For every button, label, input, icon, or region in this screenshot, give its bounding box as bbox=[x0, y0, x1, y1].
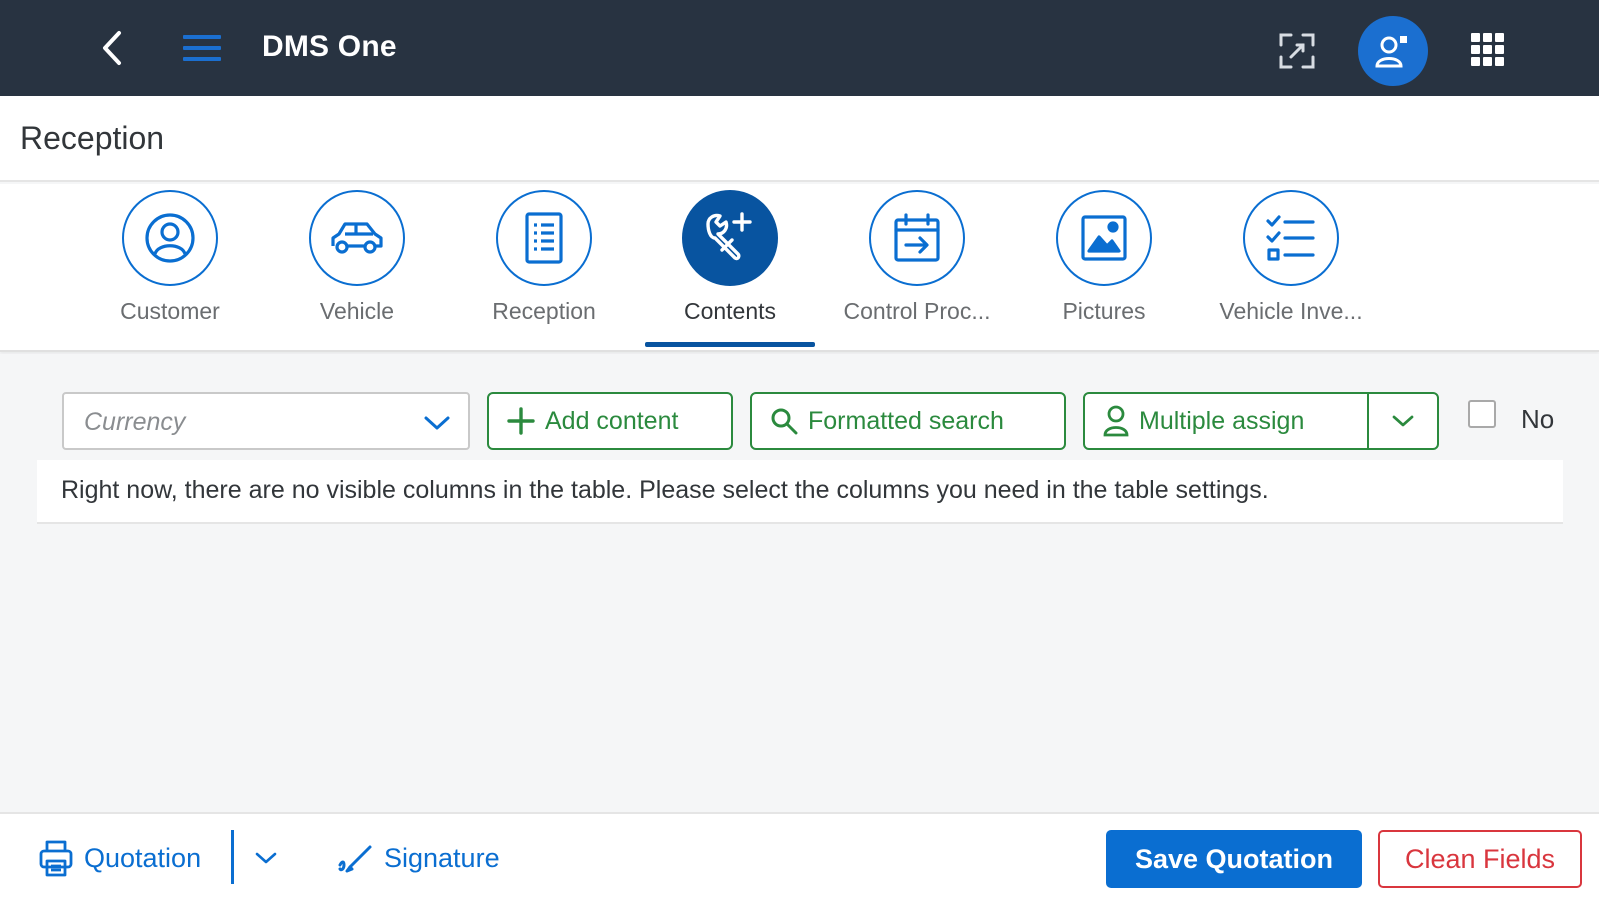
footer-toolbar: Quotation Signature Save Quotation Clean… bbox=[0, 812, 1599, 900]
back-arrow-icon[interactable] bbox=[92, 26, 132, 70]
clean-fields-button[interactable]: Clean Fields bbox=[1378, 830, 1582, 888]
tab-label: Pictures bbox=[1062, 298, 1146, 324]
tab-label: Reception bbox=[492, 298, 596, 324]
tab-label: Customer bbox=[120, 298, 220, 324]
formatted-search-button[interactable]: Formatted search bbox=[750, 392, 1066, 450]
hamburger-menu-icon[interactable] bbox=[180, 26, 224, 70]
multiple-assign-split-button: Multiple assign bbox=[1083, 392, 1439, 450]
page-header: Reception bbox=[0, 96, 1599, 182]
save-quotation-button[interactable]: Save Quotation bbox=[1106, 830, 1362, 888]
customer-icon bbox=[122, 190, 218, 286]
car-icon bbox=[309, 190, 405, 286]
search-icon bbox=[770, 407, 798, 435]
person-icon bbox=[1103, 405, 1129, 437]
user-avatar-icon[interactable] bbox=[1358, 16, 1428, 86]
currency-select[interactable]: Currency bbox=[62, 392, 470, 450]
document-icon bbox=[496, 190, 592, 286]
shell-bar: DMS One bbox=[0, 0, 1599, 96]
chevron-down-icon[interactable] bbox=[420, 406, 454, 440]
active-tab-indicator bbox=[645, 342, 815, 347]
printer-icon bbox=[38, 839, 74, 877]
add-content-label: Add content bbox=[545, 406, 679, 435]
tab-label: Vehicle Inve... bbox=[1219, 298, 1363, 324]
full-screen-icon[interactable] bbox=[1274, 28, 1320, 74]
checklist-icon bbox=[1243, 190, 1339, 286]
table-empty-message: Right now, there are no visible columns … bbox=[37, 460, 1563, 524]
calendar-arrow-icon bbox=[869, 190, 965, 286]
formatted-search-label: Formatted search bbox=[808, 406, 1004, 435]
quotation-label: Quotation bbox=[84, 842, 202, 873]
add-content-button[interactable]: Add content bbox=[487, 392, 733, 450]
no-checkbox-label: No bbox=[1521, 404, 1555, 434]
multiple-assign-button[interactable]: Multiple assign bbox=[1085, 394, 1367, 448]
tab-control-proc[interactable]: Control Proc... bbox=[832, 190, 1002, 346]
tab-vehicle-inventory[interactable]: Vehicle Inve... bbox=[1206, 190, 1376, 346]
table-toolbar: Currency Add content Formatted search Mu… bbox=[0, 354, 1599, 454]
icon-tab-bar: Customer Vehicle Reception Contents Cont… bbox=[0, 184, 1599, 352]
no-checkbox[interactable] bbox=[1468, 400, 1496, 428]
signature-icon bbox=[338, 843, 374, 873]
tab-contents[interactable]: Contents bbox=[645, 190, 815, 347]
tab-pictures[interactable]: Pictures bbox=[1019, 190, 1189, 346]
quotation-button[interactable]: Quotation bbox=[38, 836, 201, 880]
tools-add-icon bbox=[682, 190, 778, 286]
signature-button[interactable]: Signature bbox=[338, 836, 500, 880]
tab-label: Control Proc... bbox=[843, 298, 991, 324]
page-title: Reception bbox=[20, 120, 165, 156]
multiple-assign-label: Multiple assign bbox=[1139, 406, 1305, 435]
picture-icon bbox=[1056, 190, 1152, 286]
tab-vehicle[interactable]: Vehicle bbox=[272, 190, 442, 346]
tab-customer[interactable]: Customer bbox=[85, 190, 255, 346]
empty-message-text: Right now, there are no visible columns … bbox=[61, 476, 1269, 504]
chevron-down-icon[interactable] bbox=[248, 840, 284, 876]
chevron-down-icon[interactable] bbox=[1369, 394, 1437, 448]
app-title: DMS One bbox=[262, 30, 397, 63]
signature-label: Signature bbox=[384, 842, 500, 873]
quotation-divider bbox=[231, 830, 234, 884]
currency-placeholder: Currency bbox=[84, 408, 186, 436]
tab-label: Vehicle bbox=[319, 298, 395, 324]
contents-panel: Currency Add content Formatted search Mu… bbox=[0, 354, 1599, 810]
tab-reception[interactable]: Reception bbox=[459, 190, 629, 346]
plus-icon bbox=[507, 407, 535, 435]
app-grid-icon[interactable] bbox=[1468, 30, 1508, 70]
tab-label: Contents bbox=[683, 298, 777, 324]
